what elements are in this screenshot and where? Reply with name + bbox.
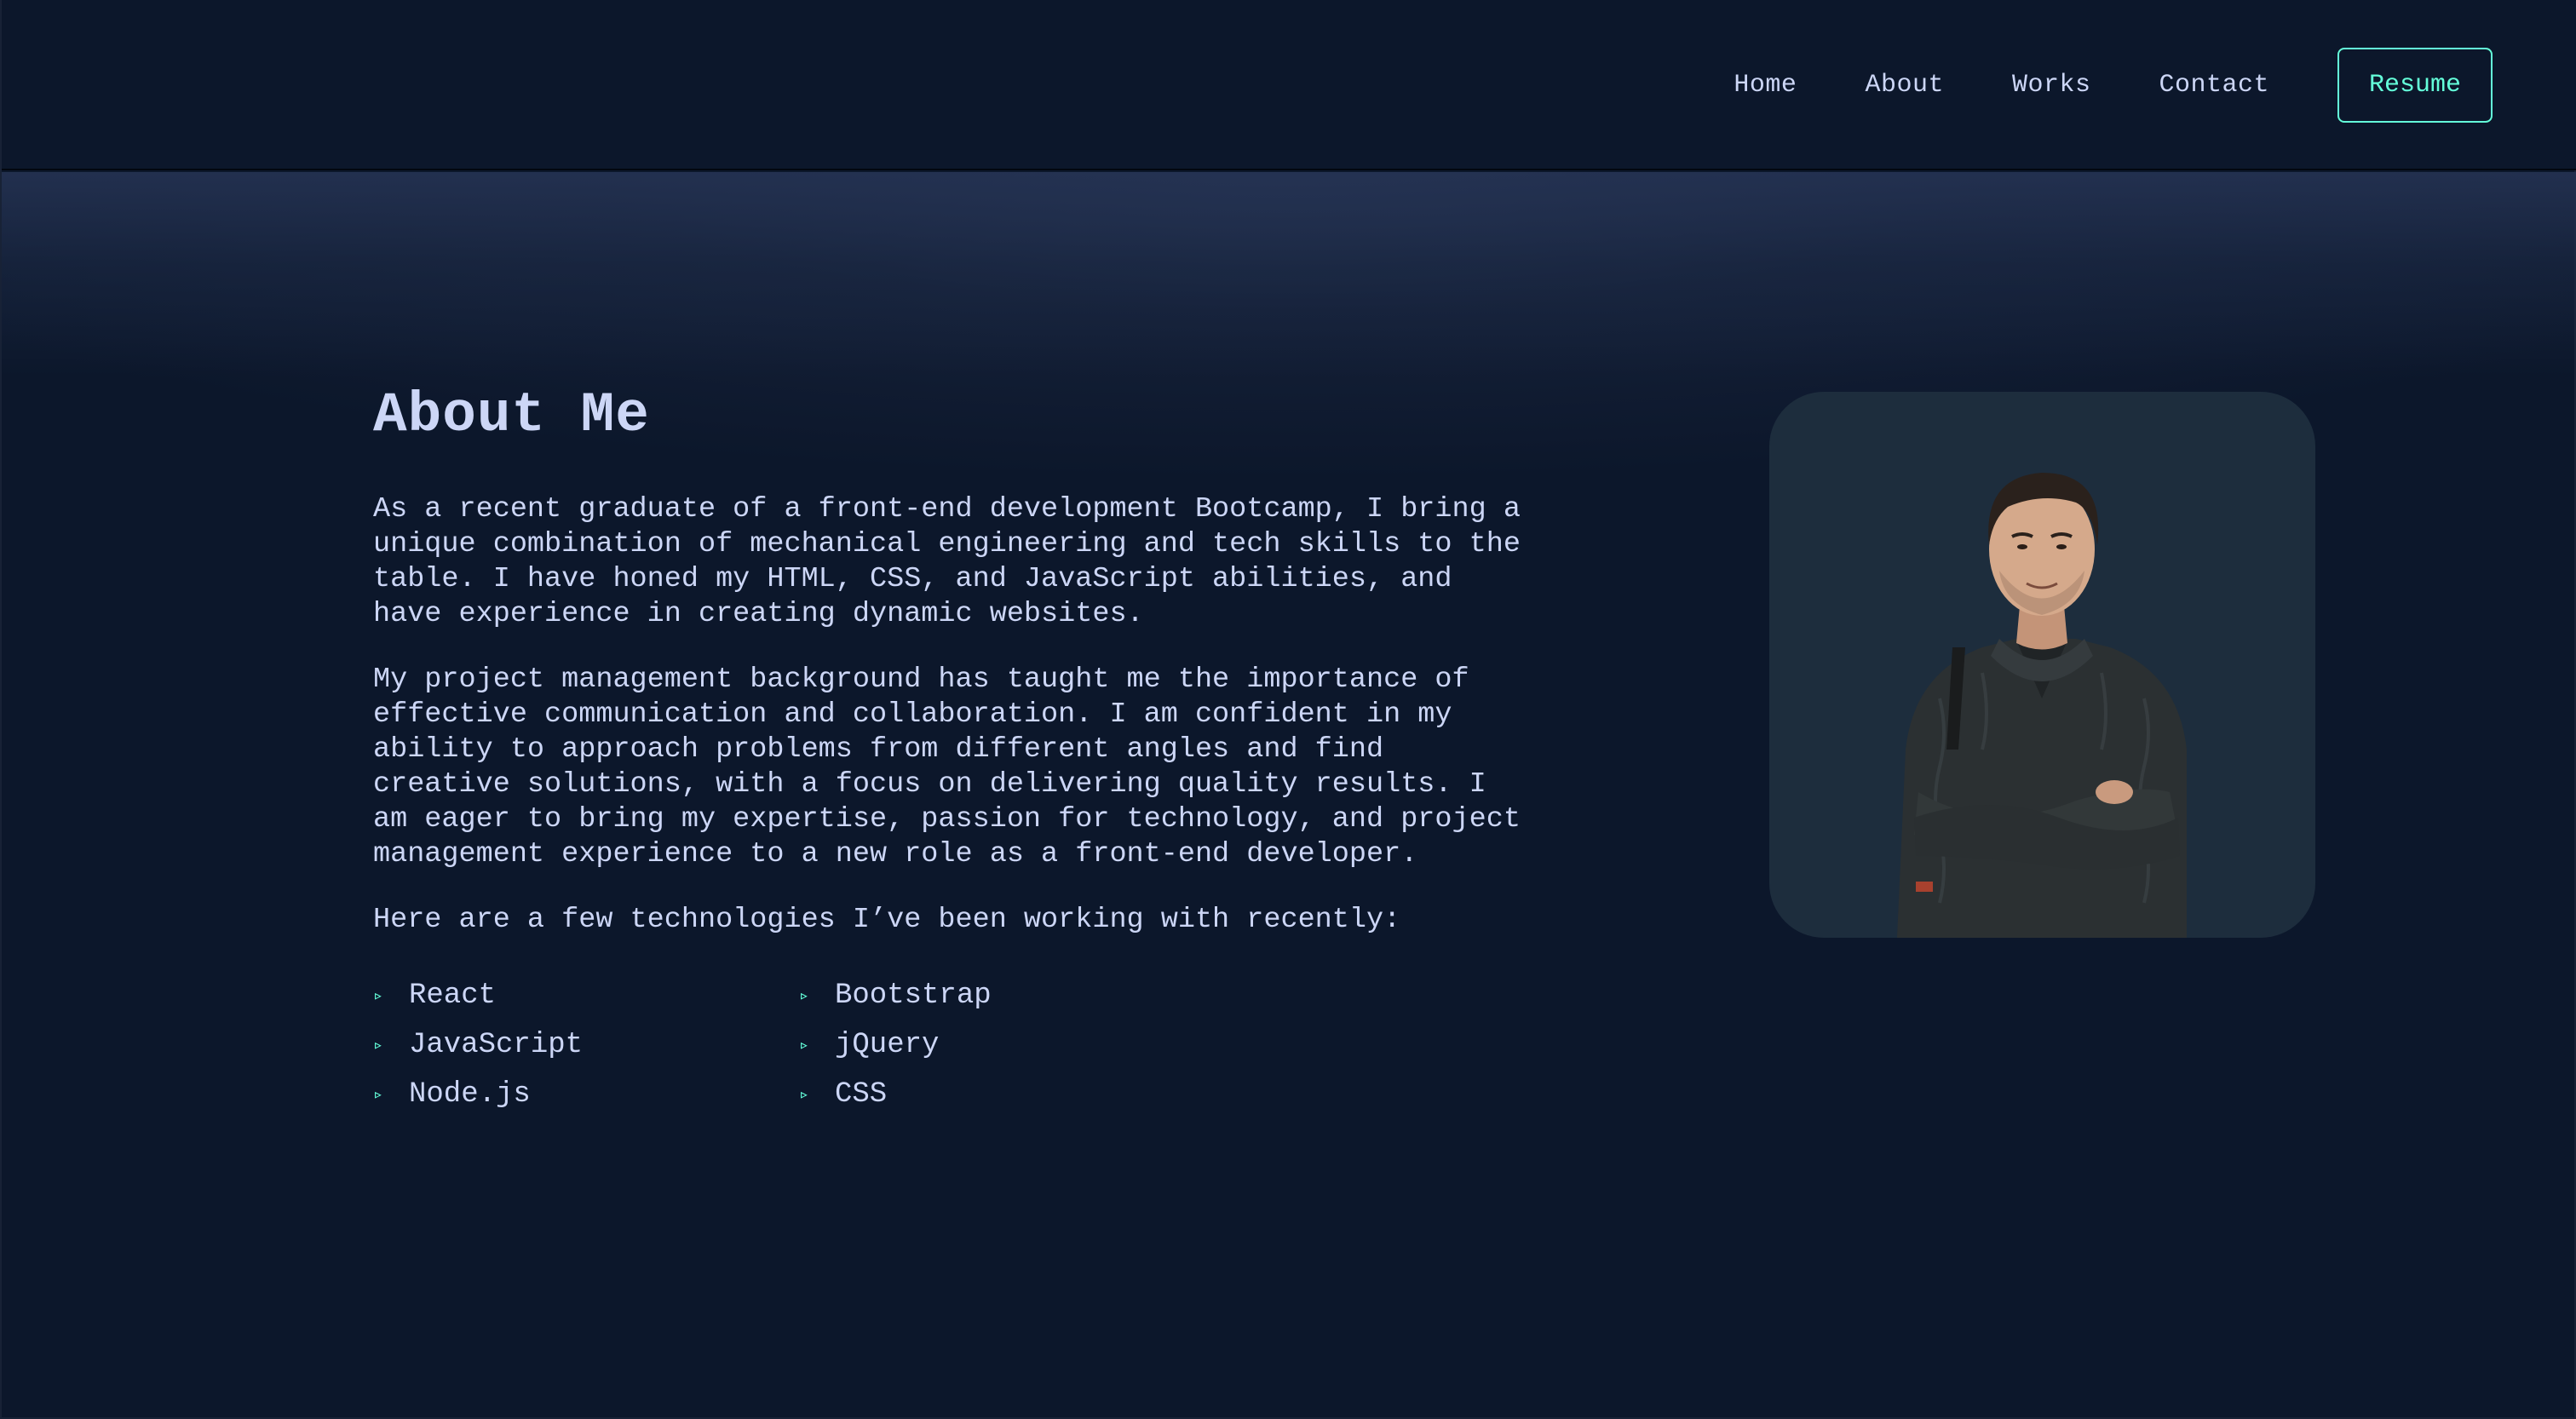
- tech-list: ▹ React ▹ JavaScript ▹ Node.js ▹ Bootstrap ▹…: [373, 971, 992, 1119]
- nav-links: Home About Works Contact Resume: [1734, 0, 2576, 170]
- list-item: ▹ Bootstrap: [799, 971, 1055, 1020]
- tech-name: Bootstrap: [835, 980, 992, 1012]
- nav-shadow-band: [2, 172, 2576, 376]
- about-text: As a recent graduate of a front-end deve…: [373, 492, 1634, 968]
- triangle-bullet-icon: ▹: [799, 987, 810, 1007]
- resume-button[interactable]: Resume: [2337, 48, 2493, 123]
- tech-name: jQuery: [835, 1029, 940, 1061]
- about-paragraph-3: Here are a few technologies I’ve been wo…: [373, 904, 1401, 936]
- nav-link-contact[interactable]: Contact: [2159, 71, 2269, 100]
- about-paragraph-1: As a recent graduate of a front-end deve…: [373, 493, 1521, 630]
- list-item: ▹ jQuery: [799, 1020, 1055, 1070]
- nav-link-works[interactable]: Works: [2012, 71, 2091, 100]
- about-title: About Me: [373, 383, 650, 447]
- triangle-bullet-icon: ▹: [373, 987, 384, 1007]
- tech-name: React: [409, 980, 497, 1012]
- triangle-bullet-icon: ▹: [373, 1086, 384, 1106]
- page: Home About Works Contact Resume About Me…: [0, 0, 2576, 1419]
- top-navbar: Home About Works Contact Resume: [2, 0, 2576, 170]
- list-item: ▹ Node.js: [373, 1070, 799, 1119]
- triangle-bullet-icon: ▹: [373, 1037, 384, 1056]
- tech-name: Node.js: [409, 1078, 531, 1111]
- nav-link-about[interactable]: About: [1865, 71, 1944, 100]
- about-paragraph-2: My project management background has tau…: [373, 664, 1521, 870]
- triangle-bullet-icon: ▹: [799, 1037, 810, 1056]
- portrait-card: [1769, 392, 2315, 938]
- list-item: ▹ CSS: [799, 1070, 1055, 1119]
- nav-link-home[interactable]: Home: [1734, 71, 1797, 100]
- list-item: ▹ JavaScript: [373, 1020, 799, 1070]
- triangle-bullet-icon: ▹: [799, 1086, 810, 1106]
- person-photo-icon: [1897, 473, 2187, 938]
- tech-name: JavaScript: [409, 1029, 584, 1061]
- tech-name: CSS: [835, 1078, 888, 1111]
- list-item: ▹ React: [373, 971, 799, 1020]
